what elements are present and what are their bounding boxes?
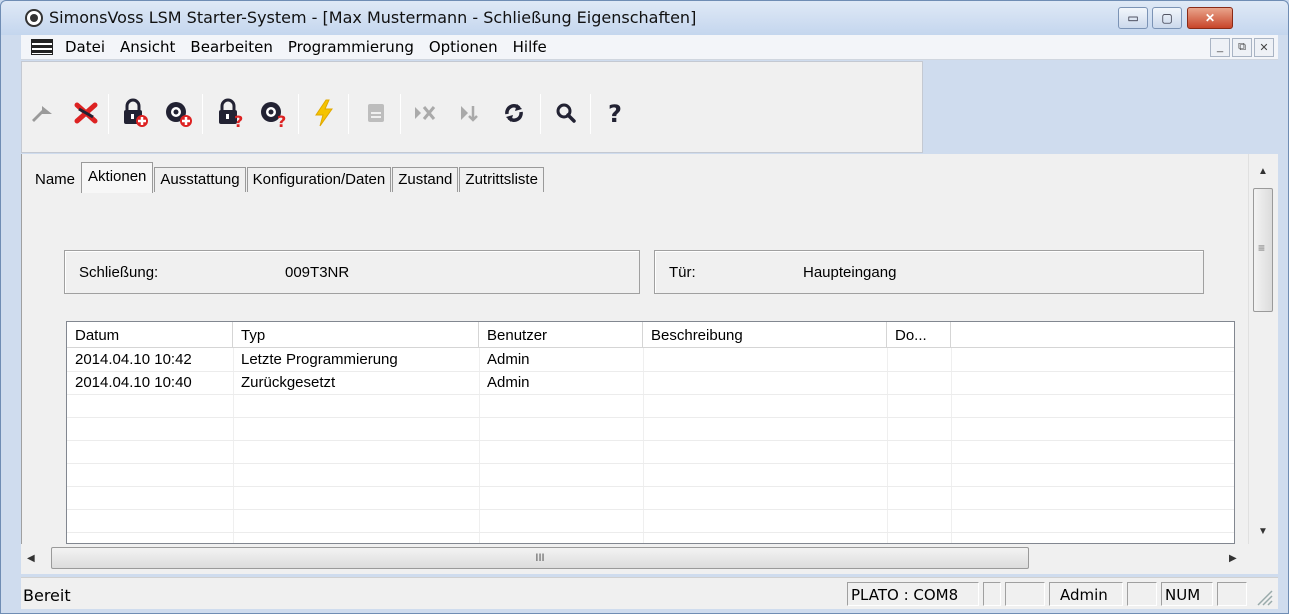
column-do[interactable]: Do...	[887, 322, 951, 348]
status-pane-empty	[1005, 582, 1045, 606]
menu-optionen[interactable]: Optionen	[423, 38, 507, 56]
query-transponder-icon[interactable]: ?	[254, 93, 294, 133]
table-row[interactable]: 2014.04.10 10:42 Letzte Programmierung A…	[67, 349, 1234, 372]
tab-aktionen[interactable]: Aktionen	[81, 162, 154, 193]
print-icon[interactable]	[356, 93, 396, 133]
column-typ[interactable]: Typ	[233, 322, 479, 348]
empty-row	[67, 510, 1234, 533]
properties-panel: Name Aktionen Ausstattung Konfiguration/…	[21, 154, 1248, 544]
search-icon[interactable]	[546, 93, 586, 133]
maximize-button[interactable]: ▢	[1152, 7, 1182, 29]
scroll-down-arrow-icon[interactable]: ▼	[1258, 526, 1268, 537]
tuer-value: Haupteingang	[803, 264, 897, 281]
menu-hilfe[interactable]: Hilfe	[507, 38, 556, 56]
tab-zustand[interactable]: Zustand	[392, 167, 459, 192]
scroll-left-arrow-icon[interactable]: ◀	[27, 553, 35, 564]
cancel-icon[interactable]	[406, 93, 446, 133]
empty-row	[67, 418, 1234, 441]
table-row[interactable]: 2014.04.10 10:40 Zurückgesetzt Admin	[67, 372, 1234, 395]
horizontal-scrollbar[interactable]: ◀ III ▶	[21, 544, 1248, 574]
app-icon[interactable]	[25, 9, 43, 27]
mdi-restore-button[interactable]: ⧉	[1232, 37, 1252, 57]
empty-row	[67, 464, 1234, 487]
svg-text:?: ?	[234, 112, 243, 128]
status-port: PLATO : COM8	[847, 582, 979, 606]
import-arrow-icon[interactable]	[22, 93, 62, 133]
schliessung-label: Schließung:	[79, 264, 159, 281]
sync-icon[interactable]	[494, 93, 534, 133]
status-pane-empty	[1217, 582, 1247, 606]
cell-typ: Zurückgesetzt	[241, 374, 336, 391]
svg-text:?: ?	[277, 112, 286, 128]
tab-ausstattung[interactable]: Ausstattung	[154, 167, 246, 192]
table-header: Datum Typ Benutzer Beschreibung Do...	[67, 322, 1234, 348]
scroll-right-arrow-icon[interactable]: ▶	[1229, 553, 1237, 564]
menu-bar: Datei Ansicht Bearbeiten Programmierung …	[21, 35, 1278, 60]
scroll-up-arrow-icon[interactable]: ▲	[1258, 166, 1268, 177]
empty-row	[67, 487, 1234, 510]
status-text: Bereit	[23, 586, 71, 605]
minimize-button[interactable]: ▭	[1118, 7, 1148, 29]
cell-benutzer: Admin	[487, 351, 530, 368]
program-lightning-icon[interactable]	[304, 93, 344, 133]
column-benutzer[interactable]: Benutzer	[479, 322, 643, 348]
app-window: SimonsVoss LSM Starter-System - [Max Mus…	[0, 0, 1289, 614]
close-button[interactable]: ✕	[1187, 7, 1233, 29]
toolbar: ? ? ?	[21, 61, 923, 153]
status-pane-empty	[1127, 582, 1157, 606]
mdi-minimize-button[interactable]: _	[1210, 37, 1230, 57]
vertical-scrollbar[interactable]: ▲ ≡ ▼	[1248, 154, 1278, 544]
resize-grip-icon[interactable]	[1255, 588, 1273, 606]
status-bar: Bereit PLATO : COM8 Admin NUM	[21, 577, 1278, 609]
vertical-scroll-thumb[interactable]: ≡	[1253, 188, 1273, 312]
status-user: Admin	[1049, 582, 1123, 606]
empty-row	[67, 395, 1234, 418]
add-transponder-icon[interactable]	[158, 93, 198, 133]
actions-table[interactable]: Datum Typ Benutzer Beschreibung Do... 20…	[66, 321, 1235, 544]
tab-strip: Name Aktionen Ausstattung Konfiguration/…	[30, 160, 545, 193]
cell-benutzer: Admin	[487, 374, 530, 391]
next-icon[interactable]	[450, 93, 490, 133]
empty-row	[67, 441, 1234, 464]
tab-zutrittsliste[interactable]: Zutrittsliste	[459, 167, 544, 192]
title-bar[interactable]: SimonsVoss LSM Starter-System - [Max Mus…	[1, 1, 1288, 35]
menu-ansicht[interactable]: Ansicht	[114, 38, 184, 56]
mdi-close-button[interactable]: ✕	[1254, 37, 1274, 57]
cell-datum: 2014.04.10 10:42	[75, 351, 192, 368]
column-beschreibung[interactable]: Beschreibung	[643, 322, 887, 348]
status-pane-empty	[983, 582, 1001, 606]
schliessung-value: 009T3NR	[285, 264, 350, 281]
status-num: NUM	[1161, 582, 1213, 606]
menu-programmierung[interactable]: Programmierung	[282, 38, 423, 56]
tab-konfiguration[interactable]: Konfiguration/Daten	[246, 167, 392, 192]
document-window-icon[interactable]	[31, 39, 53, 55]
tab-name[interactable]: Name	[30, 168, 81, 192]
add-lock-icon[interactable]	[114, 93, 154, 133]
window-title: SimonsVoss LSM Starter-System - [Max Mus…	[49, 8, 697, 27]
svg-text:?: ?	[608, 100, 622, 126]
column-datum[interactable]: Datum	[67, 322, 233, 348]
grip-icon: ≡	[1258, 241, 1266, 255]
scroll-corner	[1248, 544, 1278, 574]
cell-datum: 2014.04.10 10:40	[75, 374, 192, 391]
horizontal-scroll-thumb[interactable]: III	[51, 547, 1029, 569]
menu-bearbeiten[interactable]: Bearbeiten	[184, 38, 281, 56]
cell-typ: Letzte Programmierung	[241, 351, 398, 368]
delete-cross-icon[interactable]	[66, 93, 106, 133]
schliessung-box: Schließung: 009T3NR	[64, 250, 640, 294]
tuer-label: Tür:	[669, 264, 696, 281]
help-icon[interactable]: ?	[596, 93, 636, 133]
query-lock-icon[interactable]: ?	[210, 93, 250, 133]
tuer-box: Tür: Haupteingang	[654, 250, 1204, 294]
menu-datei[interactable]: Datei	[59, 38, 114, 56]
